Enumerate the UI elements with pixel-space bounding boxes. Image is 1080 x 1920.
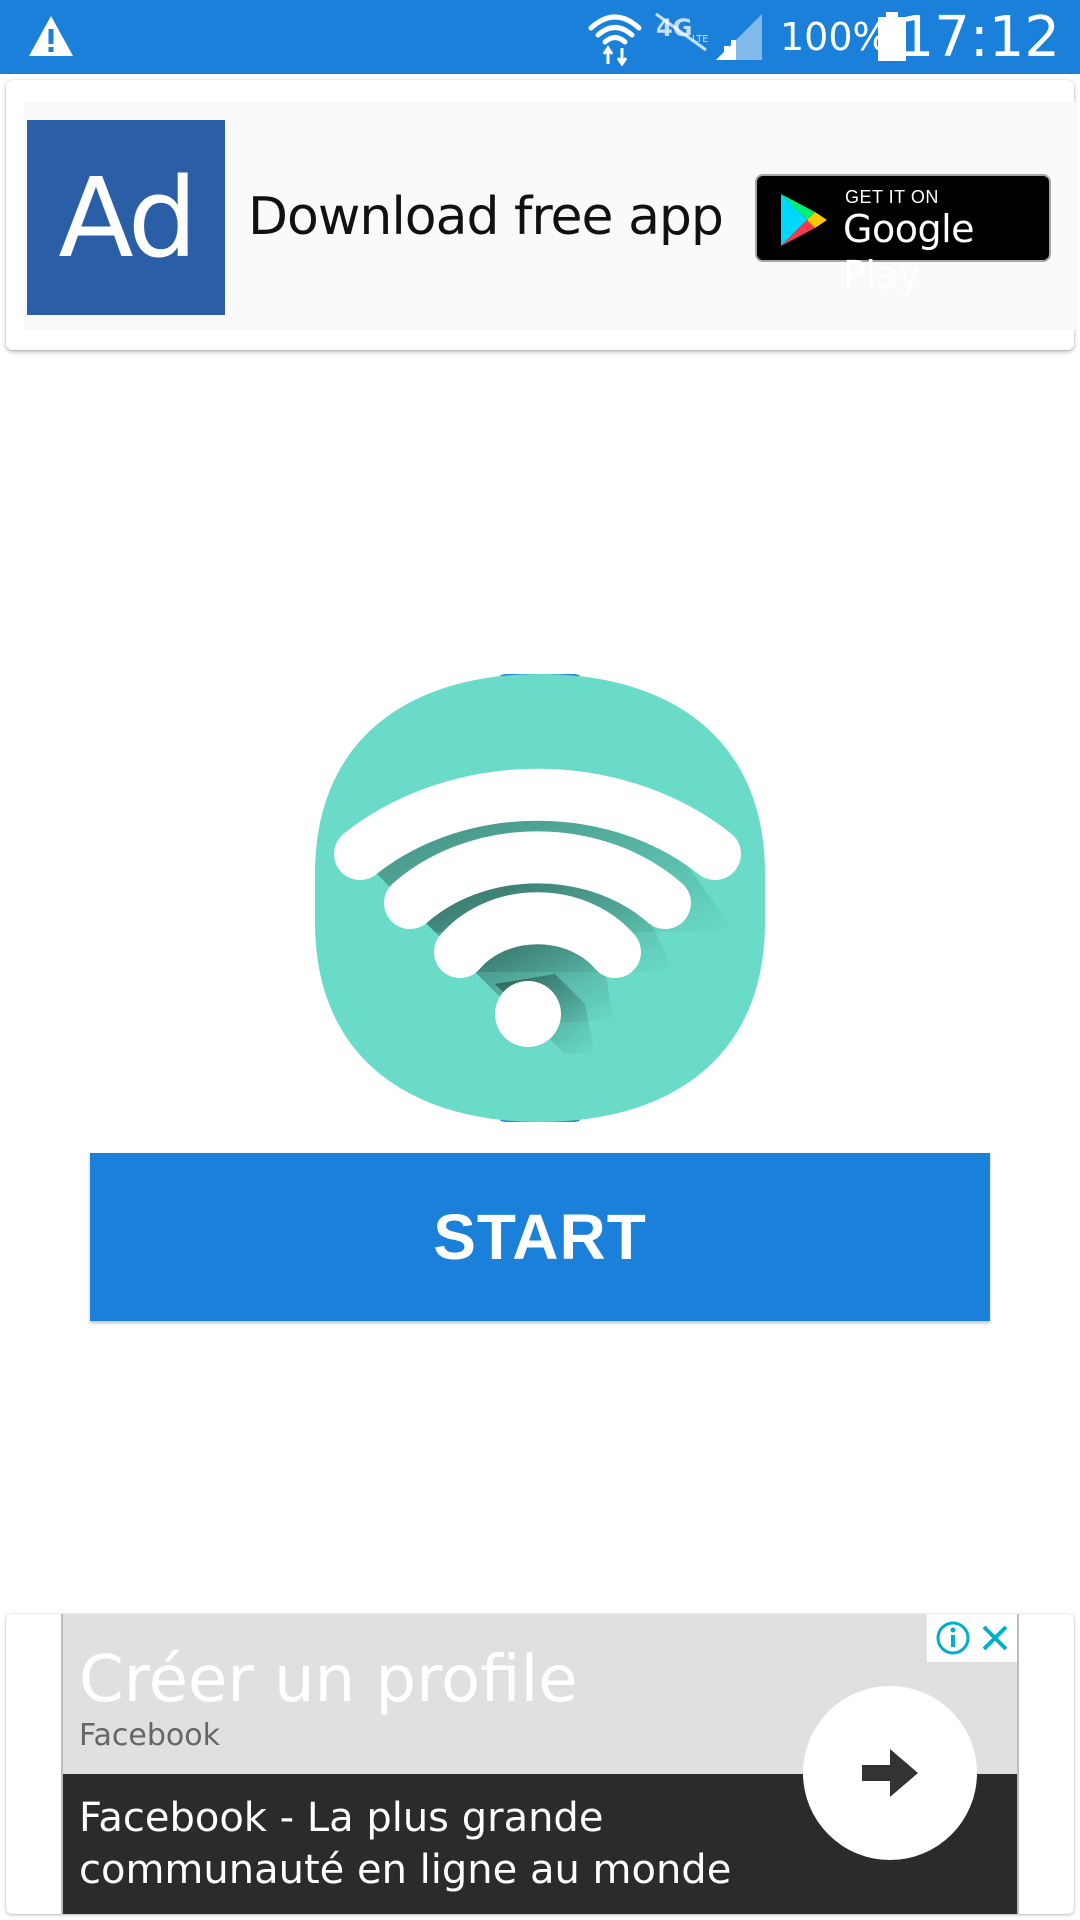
arrow-right-icon bbox=[862, 1749, 918, 1797]
battery-percentage: 100% bbox=[780, 15, 889, 59]
clock: 17:12 bbox=[898, 5, 1060, 70]
warning-icon bbox=[29, 16, 73, 56]
bottom-ad[interactable]: Créer un profile Facebook Facebook - La … bbox=[61, 1614, 1019, 1914]
signal-icon bbox=[716, 14, 762, 60]
google-play-badge[interactable]: GET IT ON Google Play bbox=[755, 174, 1051, 297]
bottom-ad-title[interactable]: Créer un profile bbox=[79, 1642, 578, 1718]
start-button[interactable]: START bbox=[90, 1153, 990, 1321]
ad-headline[interactable]: Download free app bbox=[248, 185, 724, 249]
wifi-icon bbox=[588, 14, 642, 66]
bottom-ad-body-line1: Facebook - La plus grande bbox=[79, 1795, 604, 1841]
badge-line2: Google Play bbox=[843, 207, 975, 297]
status-bar: 4G LTE 100% 17:12 bbox=[0, 0, 1080, 74]
bottom-ad-source: Facebook bbox=[79, 1718, 220, 1753]
badge-line1: GET IT ON bbox=[845, 187, 939, 207]
ad-logo: Ad bbox=[27, 120, 225, 315]
wifi-app-icon bbox=[315, 674, 765, 1122]
bottom-ad-body-line2: communauté en ligne au monde bbox=[79, 1847, 732, 1893]
bottom-ad-body[interactable]: Facebook - La plus grande communauté en … bbox=[79, 1792, 799, 1896]
ad-cta-button[interactable] bbox=[803, 1686, 977, 1860]
google-play-icon bbox=[781, 194, 827, 246]
info-icon[interactable] bbox=[935, 1620, 971, 1656]
ad-choices[interactable] bbox=[927, 1614, 1017, 1662]
close-icon[interactable] bbox=[979, 1622, 1011, 1654]
4g-off-icon: 4G LTE bbox=[655, 12, 709, 52]
ad-logo-text: Ad bbox=[58, 153, 197, 282]
